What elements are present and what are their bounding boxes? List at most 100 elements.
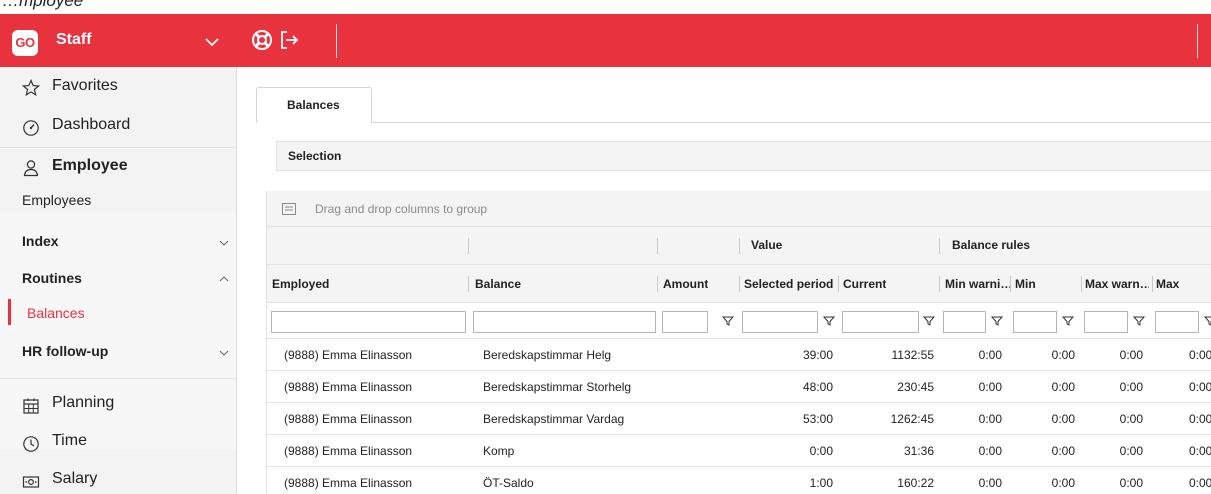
cell-min-warning: 0:00 <box>978 348 1002 362</box>
sidebar-item-routines[interactable]: Routines <box>22 270 82 286</box>
cell-min-warning: 0:00 <box>978 380 1002 394</box>
filter-max-input[interactable] <box>1155 311 1199 333</box>
column-separator[interactable] <box>657 276 658 292</box>
sidebar-item-time[interactable]: Time <box>0 432 236 456</box>
filter-icon[interactable] <box>991 315 1003 327</box>
col-selected-period[interactable]: Selected period <box>744 277 833 291</box>
filter-icon[interactable] <box>1204 315 1211 327</box>
person-icon <box>23 160 39 177</box>
filter-amount-input[interactable] <box>662 311 708 333</box>
tab-balances[interactable]: Balances <box>256 87 372 123</box>
cell-max-warning: 0:00 <box>1119 444 1143 458</box>
table-row[interactable]: (9888) Emma Elinasson Beredskapstimmar S… <box>267 371 1211 403</box>
column-header-row: Employed Balance Amount Selected period … <box>267 265 1211 303</box>
money-icon <box>22 476 40 488</box>
cell-balance: Beredskapstimmar Helg <box>483 348 612 362</box>
app-window: …mployee GO Staff Favorites Dashboard Em… <box>0 0 1211 494</box>
header-divider <box>336 24 337 58</box>
sidebar-item-employees[interactable]: Employees <box>22 192 91 208</box>
sidebar-item-balances[interactable]: Balances <box>27 305 85 321</box>
col-amount[interactable]: Amount <box>663 277 708 291</box>
filter-icon[interactable] <box>923 315 935 327</box>
cell-employed: (9888) Emma Elinasson <box>284 412 413 426</box>
support-icon[interactable] <box>250 28 274 52</box>
filter-icon[interactable] <box>823 315 835 327</box>
sidebar-item-hr-followup[interactable]: HR follow-up <box>22 343 108 359</box>
cell-min-warning: 0:00 <box>978 412 1002 426</box>
app-name[interactable]: Staff <box>56 31 92 49</box>
table-row[interactable]: (9888) Emma Elinasson Beredskapstimmar H… <box>267 339 1211 371</box>
sidebar-label-salary: Salary <box>52 470 98 487</box>
cell-balance: Beredskapstimmar Storhelg <box>483 380 632 394</box>
header-divider-right <box>1197 24 1198 58</box>
filter-icon[interactable] <box>1062 315 1074 327</box>
sidebar-label-dashboard: Dashboard <box>52 116 131 133</box>
col-balance[interactable]: Balance <box>475 277 521 291</box>
filter-employed-input[interactable] <box>271 311 466 333</box>
chevron-down-icon[interactable] <box>202 32 222 52</box>
go-logo[interactable]: GO <box>12 30 38 56</box>
column-separator[interactable] <box>1081 276 1082 292</box>
filter-max-warning-input[interactable] <box>1084 311 1128 333</box>
cell-max: 0:00 <box>1189 444 1211 458</box>
cell-max: 0:00 <box>1189 476 1211 490</box>
sidebar-label-time: Time <box>52 432 87 449</box>
cell-selected-period: 48:00 <box>802 380 833 394</box>
group-header-balance-rules: Balance rules <box>952 238 1031 252</box>
cell-min: 0:00 <box>1051 444 1075 458</box>
col-min[interactable]: Min <box>1015 277 1036 291</box>
sidebar-item-employee[interactable]: Employee <box>0 157 236 181</box>
cell-employed: (9888) Emma Elinasson <box>284 444 413 458</box>
sidebar-item-favorites[interactable]: Favorites <box>0 77 236 101</box>
filter-min-warning-input[interactable] <box>943 311 986 333</box>
column-separator[interactable] <box>739 276 740 292</box>
column-separator[interactable] <box>1152 276 1153 292</box>
logout-icon[interactable] <box>277 28 301 52</box>
column-separator[interactable] <box>939 276 940 292</box>
sidebar-item-planning[interactable]: Planning <box>0 394 236 418</box>
filter-balance-input[interactable] <box>473 311 656 333</box>
cell-balance: Beredskapstimmar Vardag <box>483 412 625 426</box>
table-row[interactable]: (9888) Emma Elinasson ÖT-Saldo 1:00 160:… <box>267 467 1211 494</box>
cell-current: 1262:45 <box>890 412 934 426</box>
column-group-header: Value Balance rules <box>267 227 1211 265</box>
cell-max-warning: 0:00 <box>1119 476 1143 490</box>
column-separator <box>657 238 658 254</box>
cell-balance: Komp <box>483 444 515 458</box>
col-min-warning[interactable]: Min warni… <box>945 277 1011 291</box>
cell-employed: (9888) Emma Elinasson <box>284 348 413 362</box>
table-row[interactable]: (9888) Emma Elinasson Beredskapstimmar V… <box>267 403 1211 435</box>
cell-min: 0:00 <box>1051 348 1075 362</box>
chevron-down-icon[interactable] <box>218 237 230 249</box>
filter-icon[interactable] <box>722 315 734 327</box>
col-max[interactable]: Max <box>1156 277 1179 291</box>
table-row[interactable]: (9888) Emma Elinasson Komp 0:00 31:36 0:… <box>267 435 1211 467</box>
cell-max-warning: 0:00 <box>1119 348 1143 362</box>
sidebar-item-salary[interactable]: Salary <box>0 470 236 494</box>
col-max-warning[interactable]: Max warn… <box>1085 277 1149 291</box>
cell-balance: ÖT-Saldo <box>483 476 534 490</box>
partial-title: …mployee <box>0 0 1211 14</box>
column-separator[interactable] <box>1010 276 1011 292</box>
selection-panel[interactable]: Selection <box>276 141 1211 171</box>
tab-label: Balances <box>287 98 340 112</box>
gauge-icon <box>23 120 39 136</box>
balances-grid: Drag and drop columns to group Value Bal… <box>266 191 1211 494</box>
cell-min: 0:00 <box>1051 380 1075 394</box>
column-separator[interactable] <box>468 276 469 292</box>
col-current[interactable]: Current <box>843 277 886 291</box>
filter-selected-period-input[interactable] <box>742 311 818 333</box>
filter-icon[interactable] <box>1133 315 1145 327</box>
sidebar-item-index[interactable]: Index <box>22 233 59 249</box>
filter-current-input[interactable] <box>842 311 919 333</box>
chevron-down-icon[interactable] <box>218 347 230 359</box>
chevron-up-icon[interactable] <box>218 273 230 285</box>
partial-title-text: …mployee <box>2 0 84 10</box>
group-panel[interactable]: Drag and drop columns to group <box>267 191 1211 227</box>
filter-min-input[interactable] <box>1013 311 1057 333</box>
col-employed[interactable]: Employed <box>272 277 329 291</box>
column-separator[interactable] <box>838 276 839 292</box>
filter-row <box>267 303 1211 339</box>
sidebar-item-dashboard[interactable]: Dashboard <box>0 116 236 140</box>
cell-current: 230:45 <box>897 380 934 394</box>
